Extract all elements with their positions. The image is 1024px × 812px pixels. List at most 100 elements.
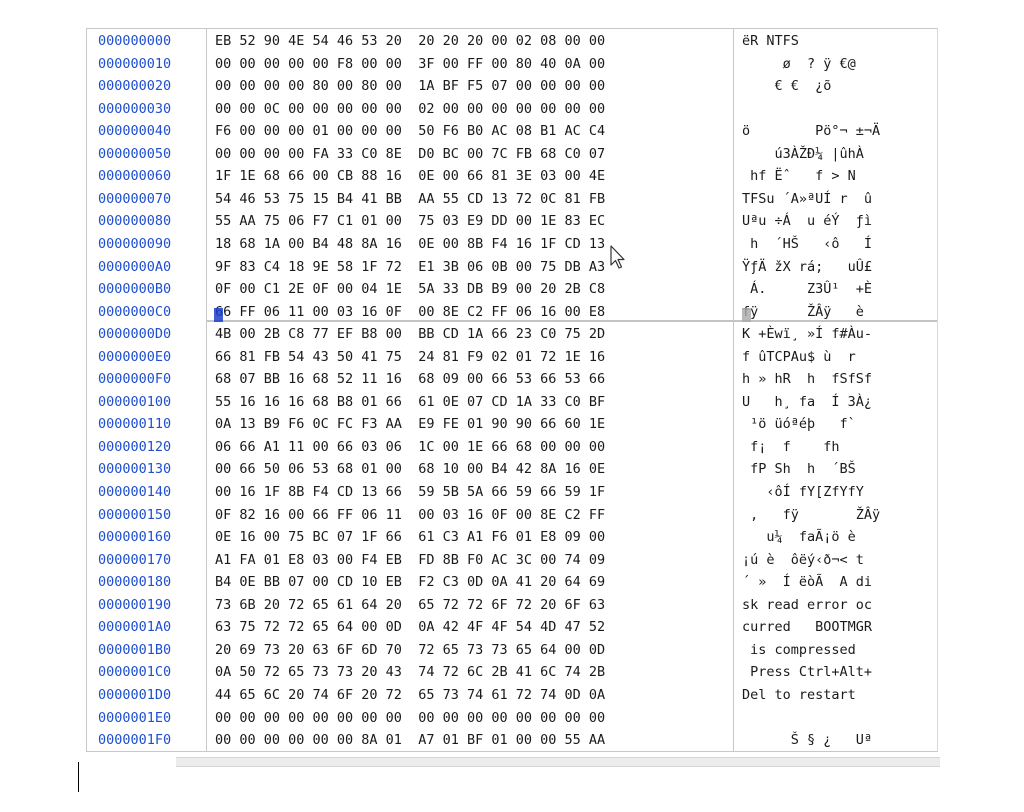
row-ascii-text[interactable]: ´ » Í ëòÃ A di <box>742 571 932 593</box>
row-offset: 0000001D0 <box>98 686 172 703</box>
row-hex-bytes[interactable]: 66 81 FB 54 43 50 41 75 24 81 F9 02 01 7… <box>215 346 730 368</box>
row-hex-bytes[interactable]: 18 68 1A 00 B4 48 8A 16 0E 00 8B F4 16 1… <box>215 233 730 255</box>
row-ascii-text[interactable]: Á. Z3Û¹ +È <box>742 278 932 300</box>
row-offset: 0000001F0 <box>98 732 172 749</box>
row-hex-bytes[interactable]: 55 16 16 16 68 B8 01 66 61 0E 07 CD 1A 3… <box>215 391 730 413</box>
row-offset: 000000070 <box>98 190 172 207</box>
row-offset: 0000000C0 <box>98 303 172 320</box>
row-offset: 000000160 <box>98 529 172 546</box>
row-hex-bytes[interactable]: A1 FA 01 E8 03 00 F4 EB FD 8B F0 AC 3C 0… <box>215 549 730 571</box>
row-offset: 0000001C0 <box>98 664 172 681</box>
row-offset: 000000190 <box>98 596 172 613</box>
row-offset: 000000030 <box>98 100 172 117</box>
row-hex-bytes[interactable]: EB 52 90 4E 54 46 53 20 20 20 20 00 02 0… <box>215 30 730 52</box>
row-hex-bytes[interactable]: 63 75 72 72 65 64 00 0D 0A 42 4F 4F 54 4… <box>215 616 730 638</box>
row-offset: 0000000E0 <box>98 348 172 365</box>
row-ascii-text[interactable]: h » hR h fSfSf <box>742 368 932 390</box>
row-hex-bytes[interactable]: 0F 82 16 00 66 FF 06 11 00 03 16 0F 00 8… <box>215 504 730 526</box>
offset-hex-divider <box>206 29 207 751</box>
row-ascii-text[interactable]: TFSu ´A»ªUÍ r û <box>742 188 932 210</box>
row-hex-bytes[interactable]: 54 46 53 75 15 B4 41 BB AA 55 CD 13 72 0… <box>215 188 730 210</box>
row-ascii-text[interactable]: u¼ faÃ¡ö è <box>742 526 932 548</box>
row-hex-bytes[interactable]: 68 07 BB 16 68 52 11 16 68 09 00 66 53 6… <box>215 368 730 390</box>
row-offset: 0000000B0 <box>98 281 172 298</box>
row-offset: 000000100 <box>98 393 172 410</box>
row-offset: 000000010 <box>98 55 172 72</box>
row-hex-bytes[interactable]: 00 00 0C 00 00 00 00 00 02 00 00 00 00 0… <box>215 98 730 120</box>
row-offset: 000000180 <box>98 574 172 591</box>
row-hex-bytes[interactable]: 00 00 00 00 FA 33 C0 8E D0 BC 00 7C FB 6… <box>215 143 730 165</box>
row-ascii-text[interactable]: ¡ú è ôëý‹ð¬< t <box>742 549 932 571</box>
row-offset: 000000110 <box>98 416 172 433</box>
row-ascii-text[interactable]: is compressed <box>742 639 932 661</box>
view-split-line[interactable] <box>207 320 937 322</box>
row-hex-bytes[interactable]: 00 66 50 06 53 68 01 00 68 10 00 B4 42 8… <box>215 458 730 480</box>
row-ascii-text[interactable]: curred BOOTMGR <box>742 616 932 638</box>
row-hex-bytes[interactable]: 0A 13 B9 F6 0C FC F3 AA E9 FE 01 90 90 6… <box>215 413 730 435</box>
row-hex-bytes[interactable]: 9F 83 C4 18 9E 58 1F 72 E1 3B 06 0B 00 7… <box>215 256 730 278</box>
row-offset: 000000050 <box>98 145 172 162</box>
row-hex-bytes[interactable]: 00 16 1F 8B F4 CD 13 66 59 5B 5A 66 59 6… <box>215 481 730 503</box>
row-hex-bytes[interactable]: 00 00 00 00 80 00 80 00 1A BF F5 07 00 0… <box>215 75 730 97</box>
row-ascii-text[interactable]: Uªu ÷Á u éÝ ƒì <box>742 210 932 232</box>
row-hex-bytes[interactable]: 0A 50 72 65 73 73 20 43 74 72 6C 2B 41 6… <box>215 661 730 683</box>
hex-ascii-divider[interactable] <box>733 29 734 751</box>
row-offset: 0000001A0 <box>98 619 172 636</box>
row-ascii-text[interactable]: ú3ÀŽÐ¼ |ûhÀ <box>742 143 932 165</box>
row-hex-bytes[interactable]: 4B 00 2B C8 77 EF B8 00 BB CD 1A 66 23 C… <box>215 323 730 345</box>
hex-cursor-caret <box>214 308 223 322</box>
row-hex-bytes[interactable]: 55 AA 75 06 F7 C1 01 00 75 03 E9 DD 00 1… <box>215 210 730 232</box>
row-ascii-text[interactable]: f¡ f fh <box>742 436 932 458</box>
row-hex-bytes[interactable]: 1F 1E 68 66 00 CB 88 16 0E 00 66 81 3E 0… <box>215 165 730 187</box>
row-offset: 000000080 <box>98 213 172 230</box>
row-ascii-text[interactable]: f ûTCPAu$ ù r <box>742 346 932 368</box>
row-hex-bytes[interactable]: 00 00 00 00 00 00 8A 01 A7 01 BF 01 00 0… <box>215 729 730 751</box>
row-ascii-text[interactable]: h ´HŠ ‹ô Í <box>742 233 932 255</box>
row-ascii-text[interactable]: ¹ö üóªéþ f` <box>742 413 932 435</box>
row-ascii-text[interactable]: ø ? ÿ €@ <box>742 53 932 75</box>
row-hex-bytes[interactable]: 0E 16 00 75 BC 07 1F 66 61 C3 A1 F6 01 E… <box>215 526 730 548</box>
row-hex-bytes[interactable]: 44 65 6C 20 74 6F 20 72 65 73 74 61 72 7… <box>215 684 730 706</box>
row-ascii-text[interactable]: Del to restart <box>742 684 932 706</box>
row-ascii-text[interactable]: ëR NTFS <box>742 30 932 52</box>
row-offset: 0000000F0 <box>98 371 172 388</box>
row-hex-bytes[interactable]: F6 00 00 00 01 00 00 00 50 F6 B0 AC 08 B… <box>215 120 730 142</box>
row-offset: 0000001B0 <box>98 641 172 658</box>
row-ascii-text[interactable]: ŸƒÄ žX rá; uÛ£ <box>742 256 932 278</box>
row-offset: 0000000A0 <box>98 258 172 275</box>
row-hex-bytes[interactable]: 73 6B 20 72 65 61 64 20 65 72 72 6F 72 2… <box>215 594 730 616</box>
row-offset: 000000090 <box>98 235 172 252</box>
ascii-cursor-caret <box>742 308 751 322</box>
row-offset: 000000020 <box>98 78 172 95</box>
row-ascii-text[interactable]: Š § ¿ Uª <box>742 729 932 751</box>
row-offset: 000000060 <box>98 168 172 185</box>
row-offset: 000000000 <box>98 33 172 49</box>
row-hex-bytes[interactable]: 00 00 00 00 00 F8 00 00 3F 00 FF 00 80 4… <box>215 53 730 75</box>
row-offset: 0000001E0 <box>98 709 172 726</box>
row-hex-bytes[interactable]: B4 0E BB 07 00 CD 10 EB F2 C3 0D 0A 41 2… <box>215 571 730 593</box>
text-insertion-caret <box>78 762 79 792</box>
row-offset: 000000150 <box>98 506 172 523</box>
horizontal-scrollbar[interactable] <box>176 757 940 767</box>
row-offset: 000000140 <box>98 484 172 500</box>
row-ascii-text[interactable]: ö Pö°¬ ±¬Ä <box>742 120 932 142</box>
row-ascii-text[interactable]: Press Ctrl+Alt+ <box>742 661 932 683</box>
row-ascii-text[interactable]: , fÿ ŽÂÿ <box>742 504 932 526</box>
row-offset: 0000000D0 <box>98 326 172 343</box>
row-hex-bytes[interactable]: 06 66 A1 11 00 66 03 06 1C 00 1E 66 68 0… <box>215 436 730 458</box>
row-ascii-text[interactable]: € € ¿õ <box>742 75 932 97</box>
hex-editor-view[interactable]: 000000000 EB 52 90 4E 54 46 53 20 20 20 2… <box>86 28 938 752</box>
row-ascii-text[interactable]: sk read error oc <box>742 594 932 616</box>
row-offset: 000000170 <box>98 551 172 568</box>
row-ascii-text[interactable]: hf Ëˆ f > N <box>742 165 932 187</box>
row-ascii-text[interactable]: ‹ôÍ fY[ZfYfY <box>742 481 932 503</box>
row-hex-bytes[interactable]: 20 69 73 20 63 6F 6D 70 72 65 73 73 65 6… <box>215 639 730 661</box>
row-ascii-text[interactable]: fP Sh h ´BŠ <box>742 458 932 480</box>
row-hex-bytes[interactable]: 00 00 00 00 00 00 00 00 00 00 00 00 00 0… <box>215 707 730 729</box>
arrow-pointer-icon <box>610 245 625 269</box>
row-ascii-text[interactable]: U h¸ fa Í 3À¿ <box>742 391 932 413</box>
row-offset: 000000130 <box>98 461 172 478</box>
row-offset: 000000120 <box>98 438 172 455</box>
row-hex-bytes[interactable]: 0F 00 C1 2E 0F 00 04 1E 5A 33 DB B9 00 2… <box>215 278 730 300</box>
row-ascii-text[interactable]: K +Èwï¸ »Í f#Àu- <box>742 323 932 345</box>
